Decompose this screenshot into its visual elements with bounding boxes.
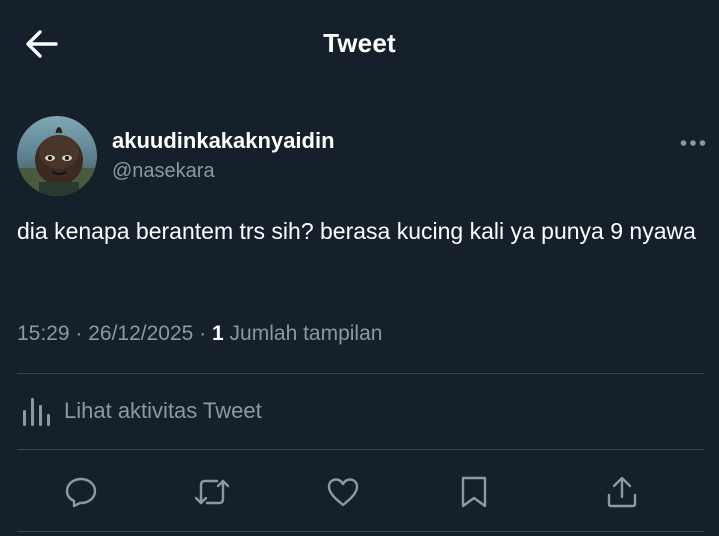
bookmark-button[interactable] bbox=[452, 470, 496, 514]
meta-separator: · bbox=[199, 322, 213, 345]
meta-separator: · bbox=[75, 322, 89, 345]
view-label: Jumlah tampilan bbox=[229, 322, 383, 345]
share-button[interactable] bbox=[600, 470, 644, 514]
reply-icon bbox=[65, 477, 97, 508]
reply-button[interactable] bbox=[59, 470, 103, 514]
more-horizontal-icon bbox=[680, 140, 706, 146]
display-name[interactable]: akuudinkakaknyaidin bbox=[112, 128, 335, 154]
activity-label: Lihat aktivitas Tweet bbox=[64, 398, 262, 423]
tweet-date[interactable]: 26/12/2025 bbox=[88, 322, 193, 345]
like-button[interactable] bbox=[321, 470, 365, 514]
bar-chart-icon bbox=[23, 398, 50, 426]
retweet-button[interactable] bbox=[190, 470, 234, 514]
top-bar: Tweet bbox=[0, 0, 719, 88]
divider bbox=[17, 449, 704, 450]
divider bbox=[17, 531, 704, 532]
tweet-meta: 15:29 · 26/12/2025 · 1 Jumlah tampilan bbox=[17, 322, 382, 346]
tweet-detail-page: Tweet akuudinkakaknyaidin @nasekara dia … bbox=[0, 0, 719, 536]
avatar-image bbox=[17, 116, 97, 196]
tweet-time[interactable]: 15:29 bbox=[17, 322, 70, 345]
retweet-icon bbox=[194, 479, 230, 505]
divider bbox=[17, 373, 704, 374]
view-count: 1 bbox=[212, 322, 224, 345]
heart-icon bbox=[327, 478, 359, 507]
avatar[interactable] bbox=[17, 116, 97, 196]
username[interactable]: @nasekara bbox=[112, 160, 215, 183]
tweet-text: dia kenapa berantem trs sih? berasa kuci… bbox=[17, 218, 696, 244]
page-title: Tweet bbox=[323, 28, 396, 58]
share-icon bbox=[607, 476, 637, 508]
more-options-button[interactable] bbox=[676, 132, 710, 154]
tweet-activity-link[interactable]: Lihat aktivitas Tweet bbox=[17, 376, 704, 448]
bookmark-icon bbox=[461, 476, 487, 508]
